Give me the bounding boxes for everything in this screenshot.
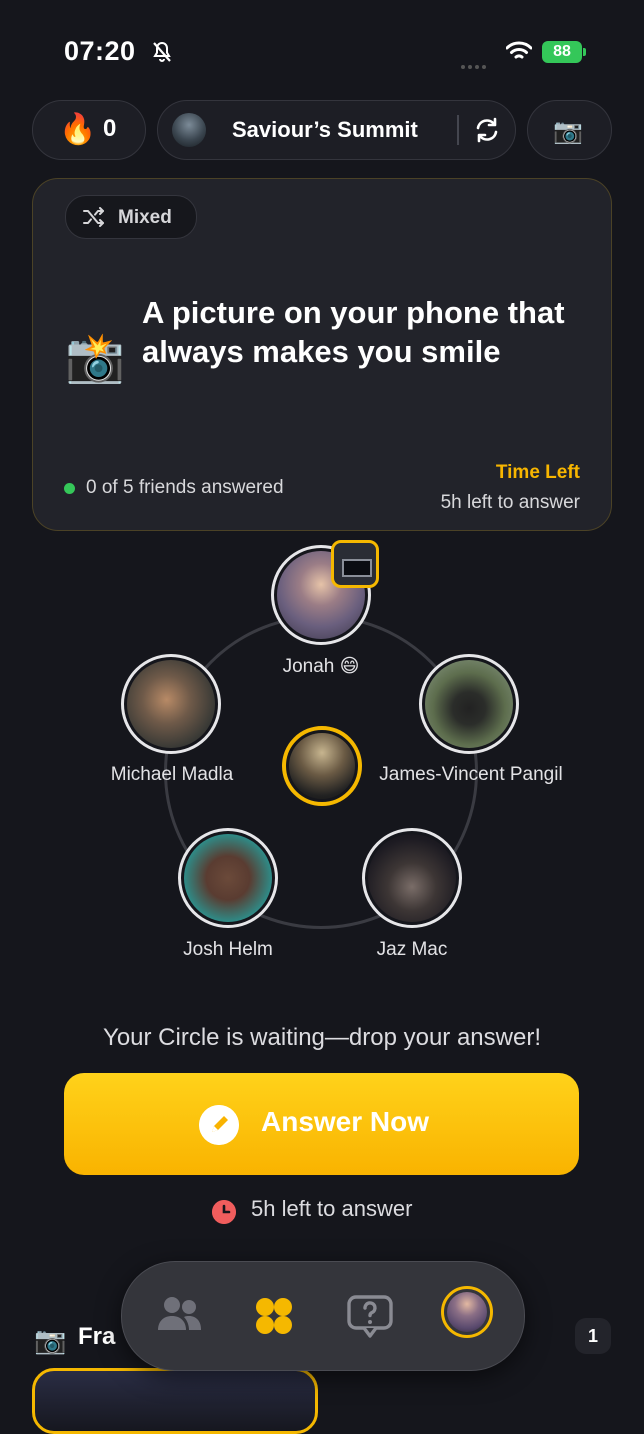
count-badge: 1 [575, 1318, 611, 1354]
circle-switcher[interactable]: Saviour’s Summit [157, 100, 516, 160]
circle-avatar [172, 113, 206, 147]
category-chip: Mixed [65, 195, 197, 239]
friend-name: Josh Helm [183, 939, 273, 960]
camera-flash-icon: 📸 [65, 332, 125, 385]
question-card: Mixed 📸 A picture on your phone that alw… [32, 178, 612, 531]
fire-icon: 🔥 [59, 113, 97, 146]
timer-text: 5h left to answer [251, 1196, 413, 1221]
grid-icon[interactable] [244, 1286, 304, 1346]
waiting-message: Your Circle is waiting—drop your answer! [103, 1024, 541, 1051]
section-title: Fra [78, 1323, 116, 1350]
pencil-icon [199, 1105, 239, 1145]
question-text: A picture on your phone that always make… [142, 295, 565, 369]
friend-name: Michael Madla [110, 764, 234, 785]
status-time: 07:20 [64, 36, 136, 66]
bottom-nav [121, 1261, 525, 1371]
answer-now-label: Answer Now [261, 1106, 430, 1137]
friend-avatar-michael[interactable] [121, 654, 221, 754]
wifi-icon [506, 41, 532, 59]
friend-name: James-Vincent Pangil [379, 764, 563, 785]
time-left-label: Time Left [495, 462, 580, 483]
friend-avatar-jaz[interactable] [362, 828, 462, 928]
clock-icon [212, 1200, 236, 1224]
streak-button[interactable]: 🔥 0 [32, 100, 146, 160]
online-dot [64, 483, 75, 494]
battery-indicator: 88 [542, 41, 582, 63]
answer-thumbnail[interactable] [331, 540, 379, 588]
friend-avatar-james[interactable] [419, 654, 519, 754]
answer-now-button[interactable]: Answer Now [64, 1073, 579, 1175]
streak-count: 0 [103, 115, 117, 142]
profile-avatar[interactable] [441, 1286, 493, 1338]
refresh-icon[interactable] [472, 115, 502, 145]
section-camera-icon: 📷 [34, 1325, 67, 1355]
category-label: Mixed [118, 207, 172, 228]
time-left-value: 5h left to answer [440, 492, 580, 513]
divider [457, 115, 459, 145]
friend-name: Jonah 😄 [282, 656, 360, 677]
people-icon[interactable] [150, 1286, 210, 1346]
friend-avatar-josh[interactable] [178, 828, 278, 928]
friend-name: Jaz Mac [376, 939, 448, 960]
signal-dots [461, 56, 489, 74]
shuffle-icon [83, 207, 104, 227]
circle-name: Saviour’s Summit [232, 117, 418, 142]
my-avatar-center[interactable] [282, 726, 362, 806]
question-icon[interactable] [340, 1286, 400, 1346]
camera-icon: 📷 [553, 118, 583, 145]
battery-tip [583, 48, 586, 56]
bell-slash-icon [153, 41, 171, 62]
camera-button[interactable]: 📷 [527, 100, 612, 160]
frame-preview-card[interactable] [32, 1368, 318, 1434]
answered-count: 0 of 5 friends answered [86, 477, 284, 498]
